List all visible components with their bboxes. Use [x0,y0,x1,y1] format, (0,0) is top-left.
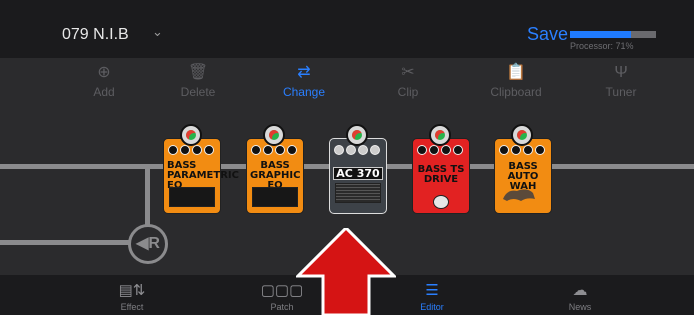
nav-label: Editor [420,302,444,312]
clip-button[interactable]: ✂ Clip [368,64,448,99]
add-button[interactable]: ⊕ Add [64,64,144,99]
delete-button[interactable]: 🗑 Delete [158,64,238,99]
route-button[interactable]: ◀R [128,224,168,264]
pedal-toggle-icon[interactable] [180,124,202,146]
pedal-bass-graphic-eq[interactable]: BASS GRAPHIC EQ [246,138,304,214]
nav-label: Effect [120,302,144,312]
change-button[interactable]: ⇄ Change [264,64,344,99]
knob-row [334,145,382,158]
pedal-ac-370[interactable]: AC 370 [329,138,387,214]
cloud-icon: ☁ [572,282,588,299]
speaker-grille [335,183,381,203]
effect-icon: ▤⇅ [118,282,146,299]
tuner-button[interactable]: Ψ Tuner [581,64,661,99]
sliders-icon: ☰ [425,282,439,299]
knob-row [417,145,465,158]
processor-bar [570,31,656,38]
nav-editor[interactable]: ☰ Editor [392,280,472,312]
tool-label: Change [282,85,326,99]
tool-label: Clip [397,85,419,99]
trash-icon: 🗑 [187,64,209,81]
processor-bar-fill [570,31,632,38]
tool-label: Tuner [605,85,637,99]
chevron-down-icon[interactable]: ⌄ [152,24,163,40]
save-button[interactable]: Save [527,24,568,45]
nav-news[interactable]: ☁ News [540,280,620,312]
pedal-toggle-icon[interactable] [263,124,285,146]
clipboard-button[interactable]: 📋 Clipboard [476,64,556,99]
tool-label: Add [93,85,115,99]
pedal-toggle-icon[interactable] [429,124,451,146]
plus-circle-icon: ⊕ [97,64,111,81]
frog-graphic-icon [501,183,537,203]
arrow-up-icon [296,228,396,315]
pedal-bass-auto-wah[interactable]: BASS AUTO WAH [494,138,552,214]
processor-label: Processor: 71% [570,41,634,51]
pedal-bass-parametric-eq[interactable]: BASS PARAMETRIC EQ [163,138,239,214]
knob-row [168,145,216,158]
knob-row [499,145,547,158]
pedal-label: AC 370 [333,167,383,180]
pedal-toggle-icon[interactable] [346,124,368,146]
nav-label: News [568,302,592,312]
pedal-toggle-icon[interactable] [511,124,533,146]
swap-icon: ⇄ [297,64,311,81]
pedal-bass-ts-drive[interactable]: BASS TS DRIVE [412,138,470,214]
signal-branch [145,166,150,228]
nav-effect[interactable]: ▤⇅ Effect [92,280,172,312]
patch-name[interactable]: 079 N.I.B [62,26,129,44]
pedal-display [252,187,298,207]
scissors-icon: ✂ [401,64,415,81]
footswitch-icon [433,195,449,209]
tuning-fork-icon: Ψ [614,64,628,81]
tool-label: Clipboard [490,85,542,99]
clipboard-icon: 📋 [506,64,526,81]
nav-label: Patch [270,302,294,312]
pedal-label: BASS TS DRIVE [417,164,465,185]
tool-label: Delete [180,85,216,99]
signal-branch-out [0,240,130,245]
knob-row [251,145,299,158]
pedal-display [169,187,215,207]
